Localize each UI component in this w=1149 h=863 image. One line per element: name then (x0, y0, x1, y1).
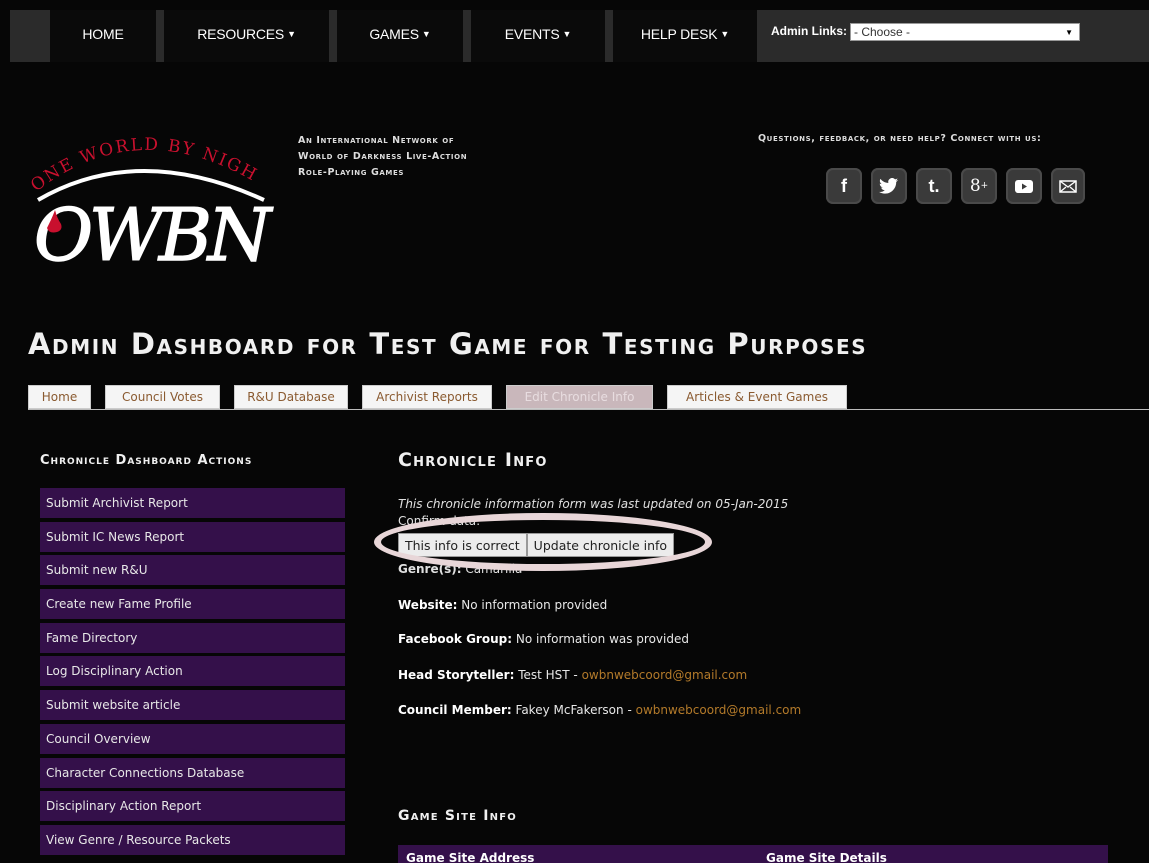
nav-home[interactable]: HOME (50, 10, 156, 62)
caret-down-icon: ▼ (720, 29, 730, 39)
tagline: An International Network of World of Dar… (298, 133, 558, 181)
nav-help-desk-label: HELP DESK (640, 26, 718, 42)
tab-edit-chronicle-info[interactable]: Edit Chronicle Info (506, 385, 653, 409)
top-nav: HOME RESOURCES ▼ GAMES ▼ EVENTS ▼ HELP D… (10, 10, 1149, 62)
tab-articles-event-games[interactable]: Articles & Event Games (667, 385, 847, 409)
nav-games-label: GAMES (369, 26, 419, 42)
admin-links: Admin Links: - Choose - ▼ (771, 10, 1081, 62)
hst-email-link[interactable]: owbnwebcoord@gmail.com (582, 668, 748, 682)
youtube-icon[interactable] (1006, 168, 1042, 204)
last-updated-text: This chronicle information form was last… (398, 497, 789, 511)
sidebar-item-submit-archivist-report[interactable]: Submit Archivist Report (40, 488, 345, 518)
caret-down-icon: ▼ (287, 29, 296, 39)
head-storyteller-field: Head Storyteller: Test HST - owbnwebcoor… (398, 668, 747, 682)
confirm-data-label: Confirm data: (398, 514, 481, 528)
nav-home-label: HOME (82, 26, 124, 42)
nav-resources-label: RESOURCES (197, 26, 285, 42)
social-links: f t. 8 + (826, 168, 1085, 204)
owbn-logo[interactable]: ONE WORLD BY NIGHT OWBN (21, 107, 278, 278)
tab-council-votes[interactable]: Council Votes (105, 385, 220, 409)
sidebar-item-create-fame-profile[interactable]: Create new Fame Profile (40, 589, 345, 620)
admin-links-selected-value: - Choose - (854, 25, 911, 39)
tumblr-icon[interactable]: t. (916, 168, 952, 204)
website-label: Website: (398, 598, 458, 612)
dashboard-tabs: Home Council Votes R&U Database Archivis… (28, 385, 861, 409)
caret-down-icon: ▼ (562, 29, 572, 39)
hst-value: Test HST - (518, 668, 578, 682)
council-email-link[interactable]: owbnwebcoord@gmail.com (636, 703, 802, 717)
admin-links-select[interactable]: - Choose - ▼ (850, 23, 1081, 41)
tab-home[interactable]: Home (28, 385, 91, 409)
chronicle-info-title: Chronicle Info (398, 449, 548, 471)
tagline-line: Role-Playing Games (298, 167, 405, 178)
caret-down-icon: ▼ (421, 29, 431, 39)
info-correct-button[interactable]: This info is correct (398, 533, 527, 557)
contact-text: Questions, feedback, or need help? Conne… (758, 133, 1042, 144)
facebook-value: No information was provided (515, 632, 689, 646)
sidebar-item-submit-ic-news-report[interactable]: Submit IC News Report (40, 521, 345, 552)
tagline-line: An International Network of (298, 135, 455, 146)
tabs-divider (28, 409, 1149, 410)
genre-value: Camarilla (465, 562, 523, 576)
confirm-buttons: This info is correct Update chronicle in… (398, 533, 675, 557)
sidebar-item-disciplinary-action-report[interactable]: Disciplinary Action Report (40, 791, 345, 822)
sidebar-item-submit-website-article[interactable]: Submit website article (40, 690, 345, 721)
sidebar-actions: Submit Archivist Report Submit IC News R… (40, 488, 345, 859)
council-member-field: Council Member: Fakey McFakerson - owbnw… (398, 703, 801, 717)
sidebar-item-fame-directory[interactable]: Fame Directory (40, 622, 345, 653)
tab-archivist-reports[interactable]: Archivist Reports (362, 385, 492, 409)
sidebar-item-character-connections[interactable]: Character Connections Database (40, 757, 345, 788)
sidebar-title: Chronicle Dashboard Actions (40, 453, 253, 468)
google-plus-icon[interactable]: 8 + (961, 168, 997, 204)
nav-events[interactable]: EVENTS ▼ (471, 10, 605, 62)
facebook-label: Facebook Group: (398, 632, 513, 646)
sidebar-item-council-overview[interactable]: Council Overview (40, 723, 345, 754)
nav-resources[interactable]: RESOURCES ▼ (164, 10, 329, 62)
genre-label: Genre(s): (398, 562, 462, 576)
game-site-address-header: Game Site Address (406, 851, 535, 863)
tagline-line: World of Darkness Live-Action (298, 151, 468, 162)
website-value: No information provided (461, 598, 608, 612)
update-chronicle-button[interactable]: Update chronicle info (526, 533, 675, 557)
game-site-title: Game Site Info (398, 808, 517, 824)
game-site-details-header: Game Site Details (766, 851, 887, 863)
nav-games[interactable]: GAMES ▼ (337, 10, 463, 62)
logo-text: OWBN (34, 193, 274, 272)
sidebar-item-genre-resource-packets[interactable]: View Genre / Resource Packets (40, 824, 345, 855)
admin-links-label: Admin Links: (771, 24, 848, 38)
chevron-down-icon: ▼ (1065, 27, 1074, 37)
facebook-field: Facebook Group: No information was provi… (398, 632, 689, 646)
nav-events-label: EVENTS (504, 26, 560, 42)
facebook-icon[interactable]: f (826, 168, 862, 204)
hst-label: Head Storyteller: (398, 668, 515, 682)
genre-field: Genre(s): Camarilla (398, 562, 522, 576)
twitter-icon[interactable] (871, 168, 907, 204)
nav-help-desk[interactable]: HELP DESK ▼ (613, 10, 757, 62)
game-site-table-header: Game Site Address Game Site Details (398, 845, 1108, 863)
email-icon[interactable] (1051, 168, 1085, 204)
sidebar-item-submit-new-ru[interactable]: Submit new R&U (40, 555, 345, 586)
website-field: Website: No information provided (398, 598, 607, 612)
page-title: Admin Dashboard for Test Game for Testin… (28, 327, 868, 361)
council-value: Fakey McFakerson - (515, 703, 632, 717)
tab-ru-database[interactable]: R&U Database (234, 385, 348, 409)
council-label: Council Member: (398, 703, 512, 717)
sidebar-item-log-disciplinary-action[interactable]: Log Disciplinary Action (40, 656, 345, 687)
